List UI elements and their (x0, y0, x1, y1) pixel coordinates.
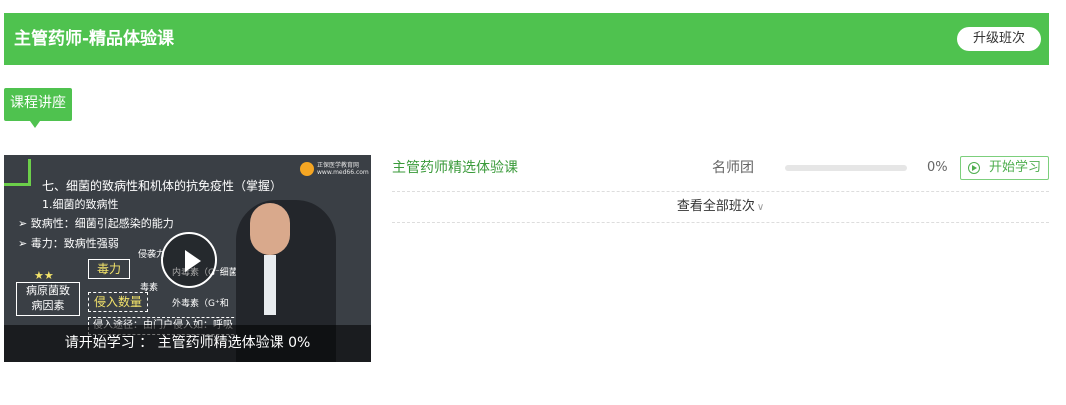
slide-subheading: 1.细菌的致病性 (42, 198, 119, 211)
chevron-down-icon: ∨ (756, 202, 765, 213)
view-all-label: 查看全部班次 (676, 199, 755, 214)
video-caption: 请开始学习 ： 主管药师精选体验课 0% (64, 335, 311, 351)
slide-corner-decoration (4, 159, 31, 186)
section-tag: 课程讲座 (4, 88, 72, 121)
section-tag-arrow (30, 121, 40, 128)
slide-stars: ★★ (34, 269, 54, 282)
slide-bullet: ➢ 毒力：致病性强弱 (18, 237, 119, 250)
brand-logo-text: 正保医学教育网 www.med66.com (317, 162, 369, 176)
slide-exotoxin-label: 外毒素（G⁺和 (172, 299, 229, 309)
play-icon[interactable] (161, 232, 217, 288)
video-thumbnail[interactable]: 七、细菌的致病性和机体的抗免疫性（掌握） 1.细菌的致病性 ➢ 致病性：细菌引起… (4, 155, 371, 362)
presenter-shirt (264, 255, 276, 315)
start-learning-label: 开始学习 (989, 160, 1042, 175)
page-title: 主管药师-精品体验课 (14, 29, 175, 49)
brand-logo-icon (300, 162, 314, 176)
upgrade-class-button[interactable]: 升级班次 (957, 27, 1041, 51)
view-all-row: 查看全部班次 ∨ (392, 192, 1049, 223)
course-row: 主管药师精选体验课 名师团 0% 开始学习 (392, 152, 1049, 192)
slide-virulence-box: 毒力 (88, 259, 130, 279)
course-progress-bar (785, 165, 907, 171)
course-progress-percent: 0% (927, 160, 948, 175)
course-teacher: 名师团 (712, 160, 754, 176)
play-circle-icon (968, 162, 980, 174)
slide-invasion-count-box: 侵入数量 (88, 292, 148, 312)
slide-heading: 七、细菌的致病性和机体的抗免疫性（掌握） (42, 179, 283, 193)
start-learning-button[interactable]: 开始学习 (960, 156, 1049, 180)
slide-factor-box: 病原菌致 病因素 (16, 282, 80, 316)
slide-toxin-label: 毒素 (140, 283, 159, 293)
page-header: 主管药师-精品体验课 升级班次 (4, 13, 1049, 65)
slide-bullet: ➢ 致病性：细菌引起感染的能力 (18, 217, 174, 230)
course-name-link[interactable]: 主管药师精选体验课 (392, 152, 518, 184)
view-all-classes-link[interactable]: 查看全部班次 ∨ (392, 192, 1049, 222)
presenter-head (250, 203, 290, 255)
